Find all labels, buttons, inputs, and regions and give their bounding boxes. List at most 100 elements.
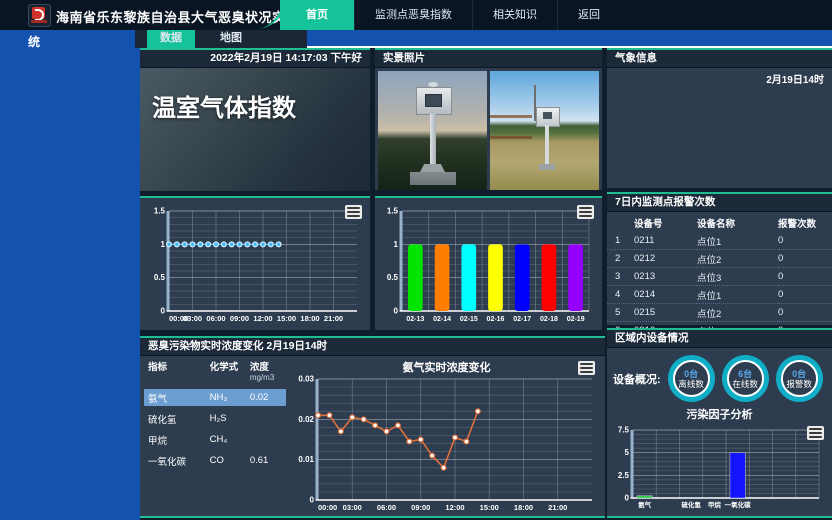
pollutant-table: 指标 化学式 浓度 mg/m3 氨气NH₃0.02 硫化氢H₂S 甲烷CH₄ 一氧化碳…	[140, 356, 288, 517]
weather-time-label: 2月19日14时	[607, 68, 832, 89]
offline-count-badge: 0台 离线数	[668, 355, 715, 402]
svg-text:06:00: 06:00	[377, 503, 396, 512]
photos-panel-title: 实景照片	[375, 50, 602, 68]
svg-text:02-13: 02-13	[406, 316, 424, 323]
svg-text:02-18: 02-18	[540, 316, 558, 323]
pollutants-panel-title: 恶臭污染物实时浓度变化 2月19日14时	[140, 338, 605, 356]
svg-text:12:00: 12:00	[253, 314, 272, 323]
svg-text:18:00: 18:00	[300, 314, 319, 323]
nh3-line-chart: 00.010.020.0300:0003:0006:0009:0012:0015…	[288, 375, 604, 515]
chart-menu-icon[interactable]	[807, 426, 824, 440]
monitoring-station-photo-2	[490, 71, 599, 190]
system-title-wrap: 统	[28, 33, 40, 50]
pollutant-row[interactable]: 一氧化碳CO0.61	[144, 452, 286, 469]
greeting-panel: 2022年2月19日 14:17:03 下午好 温室气体指数	[140, 48, 370, 190]
greenhouse-trend-chart: 00.511.500:0003:0006:0009:0012:0015:0018…	[143, 201, 367, 327]
svg-text:18:00: 18:00	[514, 503, 533, 512]
svg-text:15:00: 15:00	[277, 314, 296, 323]
pollutant-table-body: 氨气NH₃0.02 硫化氢H₂S 甲烷CH₄ 一氧化碳CO0.61	[144, 389, 286, 469]
alarm-table-row: 20212点位20	[607, 250, 832, 268]
logo-subtext	[31, 20, 47, 23]
nav-item-back[interactable]: 返回	[557, 0, 620, 30]
svg-text:21:00: 21:00	[548, 503, 567, 512]
svg-text:硫化氢: 硫化氢	[681, 500, 701, 509]
col-value: 浓度 mg/m3	[250, 363, 282, 383]
monitoring-station-photo-1	[378, 71, 487, 190]
unit-label: mg/m3	[250, 373, 274, 382]
devices-panel: 区域内设备情况 设备概况: 0台 离线数 6台 在线数 0台 报警数 污染因子分…	[607, 328, 832, 518]
svg-text:0: 0	[625, 494, 630, 503]
chart-menu-icon[interactable]	[578, 361, 595, 375]
alarm-counts-panel: 7日内监测点报警次数 设备号 设备名称 报警次数 10211点位1020212点…	[607, 192, 832, 325]
svg-text:1: 1	[161, 240, 166, 249]
photos-panel: 实景照片	[375, 48, 602, 190]
alarm-table-body: 10211点位1020212点位2030213点位3040214点位105021…	[607, 232, 832, 340]
offline-count-value: 0台	[684, 369, 698, 379]
online-count-label: 在线数	[732, 379, 758, 389]
daily-odor-bar-chart: 00.511.502-1302-1402-1502-1602-1702-1802…	[378, 201, 599, 327]
alarm-count-value: 0台	[792, 369, 806, 379]
pollutants-panel: 恶臭污染物实时浓度变化 2月19日14时 指标 化学式 浓度 mg/m3 氨气N…	[140, 336, 605, 518]
svg-text:一氧化碳: 一氧化碳	[725, 500, 752, 509]
svg-text:5: 5	[625, 448, 630, 457]
nav-item-odor-index[interactable]: 监测点恶臭指数	[354, 0, 472, 30]
svg-text:7.5: 7.5	[618, 426, 630, 435]
online-count-value: 6台	[738, 369, 752, 379]
tab-data[interactable]: 数据	[147, 30, 195, 48]
alarm-table-row: 40214点位10	[607, 286, 832, 304]
nh3-chart-title: 氨气实时浓度变化	[288, 359, 605, 375]
chart-menu-icon[interactable]	[345, 205, 362, 219]
pollutant-row[interactable]: 氨气NH₃0.02	[144, 389, 286, 406]
pollutant-row[interactable]: 硫化氢H₂S	[144, 410, 286, 427]
factors-chart-area: 02.557.5氨气硫化氢甲烷一氧化碳	[607, 424, 832, 517]
online-count-badge: 6台 在线数	[722, 355, 769, 402]
svg-text:02-15: 02-15	[460, 316, 478, 323]
svg-text:02-14: 02-14	[433, 316, 451, 323]
col-formula: 化学式	[210, 363, 250, 383]
nh3-chart-area: 氨气实时浓度变化 00.010.020.0300:0003:0006:0009:…	[288, 356, 605, 517]
station-base	[539, 164, 555, 170]
greeting-body: 温室气体指数	[140, 68, 370, 191]
svg-text:甲烷: 甲烷	[708, 500, 722, 509]
tab-map[interactable]: 地图	[207, 30, 255, 48]
station-head	[536, 107, 560, 127]
alarm-panel-title: 7日内监测点报警次数	[607, 194, 832, 212]
logo-glyph	[32, 7, 45, 19]
svg-text:02-17: 02-17	[513, 316, 531, 323]
svg-text:09:00: 09:00	[411, 503, 430, 512]
svg-text:0: 0	[394, 307, 399, 316]
alarm-table-row: 30213点位30	[607, 268, 832, 286]
offline-count-label: 离线数	[678, 379, 704, 389]
nav-item-knowledge[interactable]: 相关知识	[472, 0, 557, 30]
svg-text:0.03: 0.03	[298, 375, 314, 384]
svg-text:0.02: 0.02	[298, 415, 314, 424]
chart-menu-icon[interactable]	[577, 205, 594, 219]
svg-text:0.5: 0.5	[154, 273, 166, 282]
svg-text:0.01: 0.01	[298, 455, 314, 464]
station-pole	[545, 125, 549, 165]
station-pole	[430, 114, 436, 166]
station-pedestal	[410, 172, 456, 185]
alarm-table-row: 50215点位20	[607, 304, 832, 322]
col-alarm-count: 报警次数	[778, 214, 832, 232]
svg-text:06:00: 06:00	[206, 314, 225, 323]
col-device-no: 设备号	[634, 214, 697, 232]
page-title: 温室气体指数	[140, 68, 370, 123]
svg-text:氨气: 氨气	[638, 500, 652, 509]
svg-text:21:00: 21:00	[324, 314, 343, 323]
nav-item-home[interactable]: 首页	[280, 0, 354, 30]
svg-text:03:00: 03:00	[343, 503, 362, 512]
svg-text:0: 0	[161, 307, 166, 316]
alarm-count-badge: 0台 报警数	[776, 355, 823, 402]
alarm-table: 设备号 设备名称 报警次数 10211点位1020212点位2030213点位3…	[607, 214, 832, 340]
weather-panel-title: 气象信息	[607, 50, 832, 68]
station-screen	[543, 112, 552, 119]
col-indicator: 指标	[148, 363, 210, 383]
pollutant-table-header: 指标 化学式 浓度 mg/m3	[144, 361, 286, 385]
svg-text:00:00: 00:00	[318, 503, 337, 512]
pollutant-row[interactable]: 甲烷CH₄	[144, 431, 286, 448]
left-sidebar	[0, 48, 140, 520]
pollution-factor-title: 污染因子分析	[607, 406, 832, 422]
tab-underline	[307, 46, 832, 48]
svg-text:1.5: 1.5	[387, 207, 399, 216]
